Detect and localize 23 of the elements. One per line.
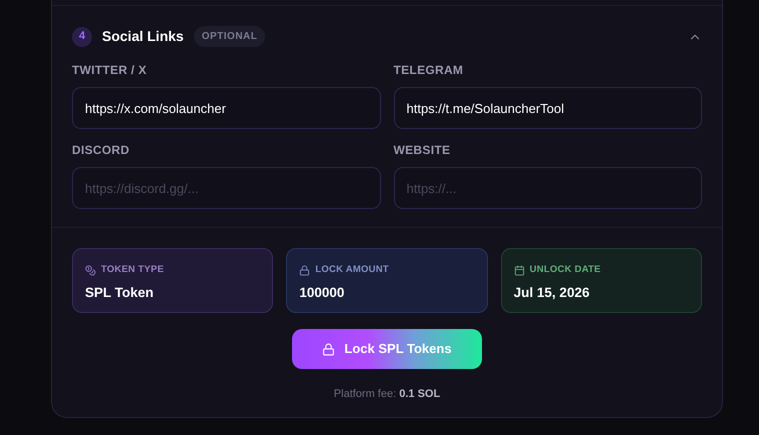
url-field[interactable]: https://t.me/SolauncherTool xyxy=(394,87,702,129)
url-field[interactable]: https://... xyxy=(394,167,702,209)
field-label: DISCORD xyxy=(72,142,130,159)
step-number: 4 xyxy=(72,26,92,46)
platform-fee: Platform fee: 0.1 SOL xyxy=(334,387,440,402)
lock-tokens-button[interactable]: Lock SPL Tokens xyxy=(292,329,482,369)
field-label: WEBSITE xyxy=(394,142,452,159)
url-field[interactable]: https://discord.gg/... xyxy=(72,167,380,209)
summary-label: LOCK AMOUNT xyxy=(315,263,389,277)
summary-label: UNLOCK DATE xyxy=(530,263,601,277)
summary-value: 100000 xyxy=(299,284,346,302)
coins-icon xyxy=(85,264,96,276)
field-label: TELEGRAM xyxy=(394,62,464,79)
calendar-icon xyxy=(514,264,525,276)
optional-badge: OPTIONAL xyxy=(194,26,266,47)
field-label: TWITTER / X xyxy=(72,62,148,79)
lock-icon xyxy=(299,264,310,276)
lock-icon xyxy=(322,342,336,356)
summary-label: TOKEN TYPE xyxy=(101,263,164,277)
summary-value: SPL Token xyxy=(85,284,155,302)
summary-value: Jul 15, 2026 xyxy=(514,284,590,302)
section-title: Social Links xyxy=(102,27,184,46)
url-field[interactable]: https://x.com/solauncher xyxy=(72,87,380,129)
